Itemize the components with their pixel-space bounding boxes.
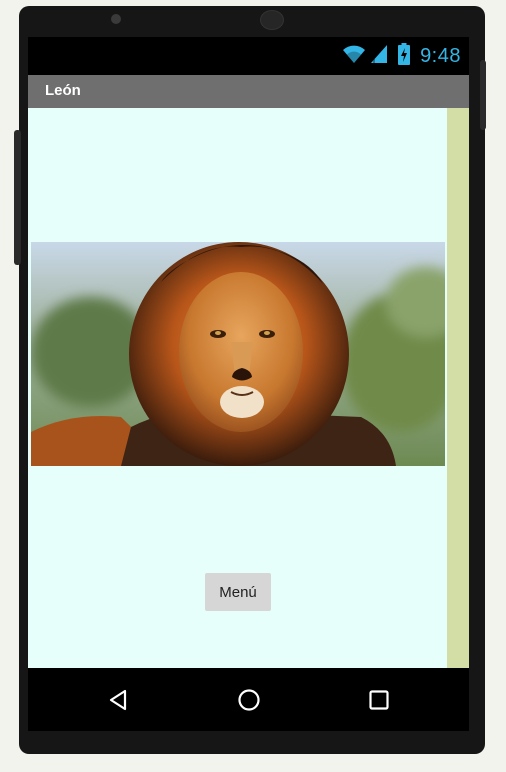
- battery-charging-icon: [398, 42, 411, 70]
- back-triangle-icon[interactable]: [98, 680, 138, 720]
- status-time: 9:48: [420, 44, 461, 67]
- phone-side-button-right: [480, 60, 486, 130]
- device-screen: 9:48 León Menú: [28, 37, 469, 731]
- camera-dot: [111, 14, 121, 24]
- scroll-strip: [447, 108, 469, 668]
- home-circle-icon[interactable]: [229, 680, 269, 720]
- phone-side-button: [14, 130, 21, 265]
- recents-square-icon[interactable]: [359, 680, 399, 720]
- lion-image: [31, 242, 445, 466]
- app-title-bar: León: [28, 75, 469, 108]
- screen-content: Menú: [28, 108, 447, 668]
- signal-icon: [370, 44, 388, 69]
- page-title: León: [45, 82, 81, 99]
- lion-photo: [31, 242, 445, 466]
- menu-button[interactable]: Menú: [205, 573, 271, 611]
- navigation-bar: [28, 668, 469, 731]
- status-icons: 9:48: [342, 42, 461, 70]
- wifi-icon: [342, 44, 366, 69]
- status-bar: 9:48: [28, 37, 469, 75]
- earpiece-speaker: [260, 10, 284, 30]
